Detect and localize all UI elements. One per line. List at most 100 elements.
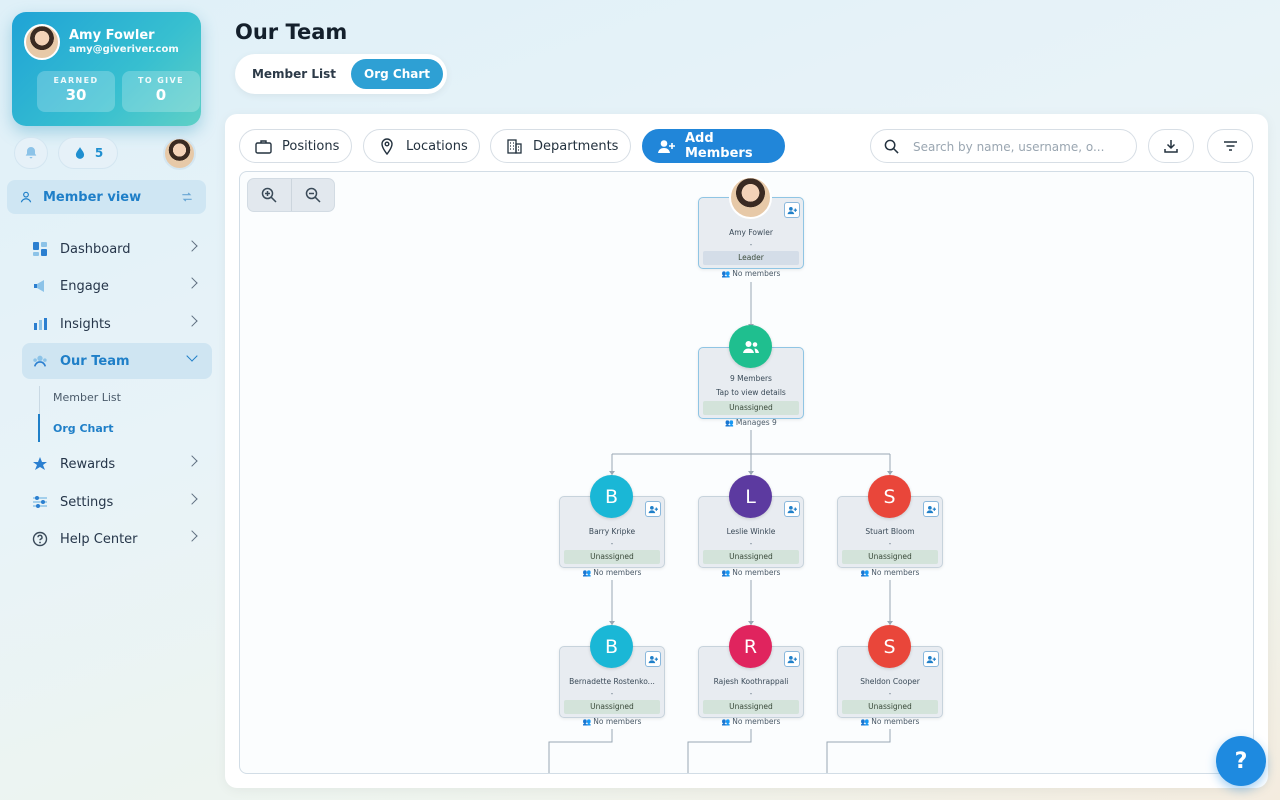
node-title: - [888,689,892,698]
node-title: - [749,689,753,698]
add-report-button[interactable] [784,501,800,517]
sidebar-item-dashboard[interactable]: Dashboard [22,231,212,267]
node-role: Unassigned [842,700,938,714]
people-icon: 👥 [725,419,734,427]
filter-button[interactable] [1207,129,1253,163]
search-input[interactable] [913,137,1128,157]
sidebar-item-settings[interactable]: Settings [22,484,212,520]
add-report-button[interactable] [923,501,939,517]
sidebar-item-help-center[interactable]: Help Center [22,521,212,557]
help-button[interactable]: ? [1216,736,1266,786]
submenu-active-indicator [38,414,40,442]
node-name: Amy Fowler [729,228,773,237]
node-footer-text: No members [732,269,781,278]
team-icon [32,353,48,369]
add-report-button[interactable] [784,202,800,218]
node-name: Barry Kripke [588,527,636,536]
positions-label: Positions [282,138,340,154]
help-circle-icon [32,531,48,547]
drops-count: 5 [94,146,104,160]
zoom-in-button[interactable] [248,179,291,211]
people-icon: 👥 [721,718,731,726]
departments-button[interactable]: Departments [490,129,631,163]
sidebar-item-label: Rewards [60,456,116,472]
chevron-right-icon [186,493,198,505]
add-members-button[interactable]: Add Members [642,129,785,163]
group-circle [729,325,772,368]
location-pin-icon [378,137,396,155]
chevron-right-icon [186,455,198,467]
sidebar-subitem-org-chart[interactable]: Org Chart [53,422,114,435]
group-icon [742,340,759,353]
earned-stat: EARNED 30 [37,71,115,112]
node-name: Sheldon Cooper [860,677,920,686]
node-role: Unassigned [564,550,660,564]
profile-email: amy@giveriver.com [69,44,179,55]
node-footer-text: No members [871,568,920,577]
to-give-value: 0 [155,86,167,104]
add-user-icon [648,655,658,663]
sidebar-item-our-team[interactable]: Our Team [22,343,212,379]
people-icon: 👥 [582,718,592,726]
download-button[interactable] [1148,129,1194,163]
add-user-icon [787,206,797,214]
filter-icon [1223,141,1237,151]
sidebar-item-label: Dashboard [60,241,131,257]
profile-card[interactable]: Amy Fowler amy@giveriver.com EARNED 30 T… [12,12,201,126]
add-report-button[interactable] [645,501,661,517]
node-role: Unassigned [564,700,660,714]
user-avatar-button[interactable] [163,137,196,170]
sidebar-item-engage[interactable]: Engage [22,268,212,304]
positions-button[interactable]: Positions [239,129,352,163]
node-footer: 👥 No members [698,717,804,726]
node-footer: 👥 No members [698,568,804,577]
add-user-icon [926,505,936,513]
org-node-group-footer: 👥 Manages 9 [698,418,804,427]
node-role: Leader [703,251,799,265]
add-report-button[interactable] [923,651,939,667]
swap-icon [182,192,192,202]
profile-avatar [24,24,60,60]
add-user-icon [787,505,797,513]
earned-value: 30 [65,86,87,104]
people-icon: 👥 [860,569,870,577]
locations-button[interactable]: Locations [363,129,480,163]
add-user-icon [657,137,675,155]
tab-org-chart[interactable]: Org Chart [351,59,443,89]
building-icon [505,137,523,155]
locations-label: Locations [406,138,468,154]
zoom-controls [247,178,335,212]
group-members-count: 9 Members [730,374,772,383]
node-footer-text: No members [871,717,920,726]
node-name: Stuart Bloom [865,527,915,536]
node-name: Leslie Winkle [726,527,776,536]
org-node-root-footer: 👥 No members [698,269,804,278]
to-give-stat: TO GIVE 0 [122,71,200,112]
bell-icon [25,147,37,159]
node-name: Bernadette Rostenko... [569,677,655,686]
add-report-button[interactable] [645,651,661,667]
add-user-icon [648,505,658,513]
notifications-button[interactable] [14,137,48,169]
node-title: - [749,539,753,548]
sliders-icon [32,494,48,510]
drops-button[interactable]: 5 [58,137,118,169]
briefcase-icon [254,137,272,155]
org-chart-canvas[interactable]: Amy Fowler - Leader 👥 No members 9 Member… [239,171,1254,774]
zoom-out-button[interactable] [290,179,334,211]
node-role: Unassigned [703,401,799,415]
zoom-out-icon [305,187,321,203]
node-initial-avatar: R [729,625,772,668]
sidebar-item-insights[interactable]: Insights [22,306,212,342]
member-view-switch[interactable]: Member view [7,180,206,214]
sidebar-item-rewards[interactable]: Rewards [22,446,212,482]
tab-member-list[interactable]: Member List [243,59,345,89]
chevron-right-icon [186,315,198,327]
sidebar-subitem-member-list[interactable]: Member List [53,391,121,404]
drop-icon [75,147,84,159]
node-initial-avatar: S [868,625,911,668]
to-give-label: TO GIVE [137,76,185,85]
search-field[interactable] [870,129,1137,163]
add-report-button[interactable] [784,651,800,667]
star-icon [32,456,48,472]
